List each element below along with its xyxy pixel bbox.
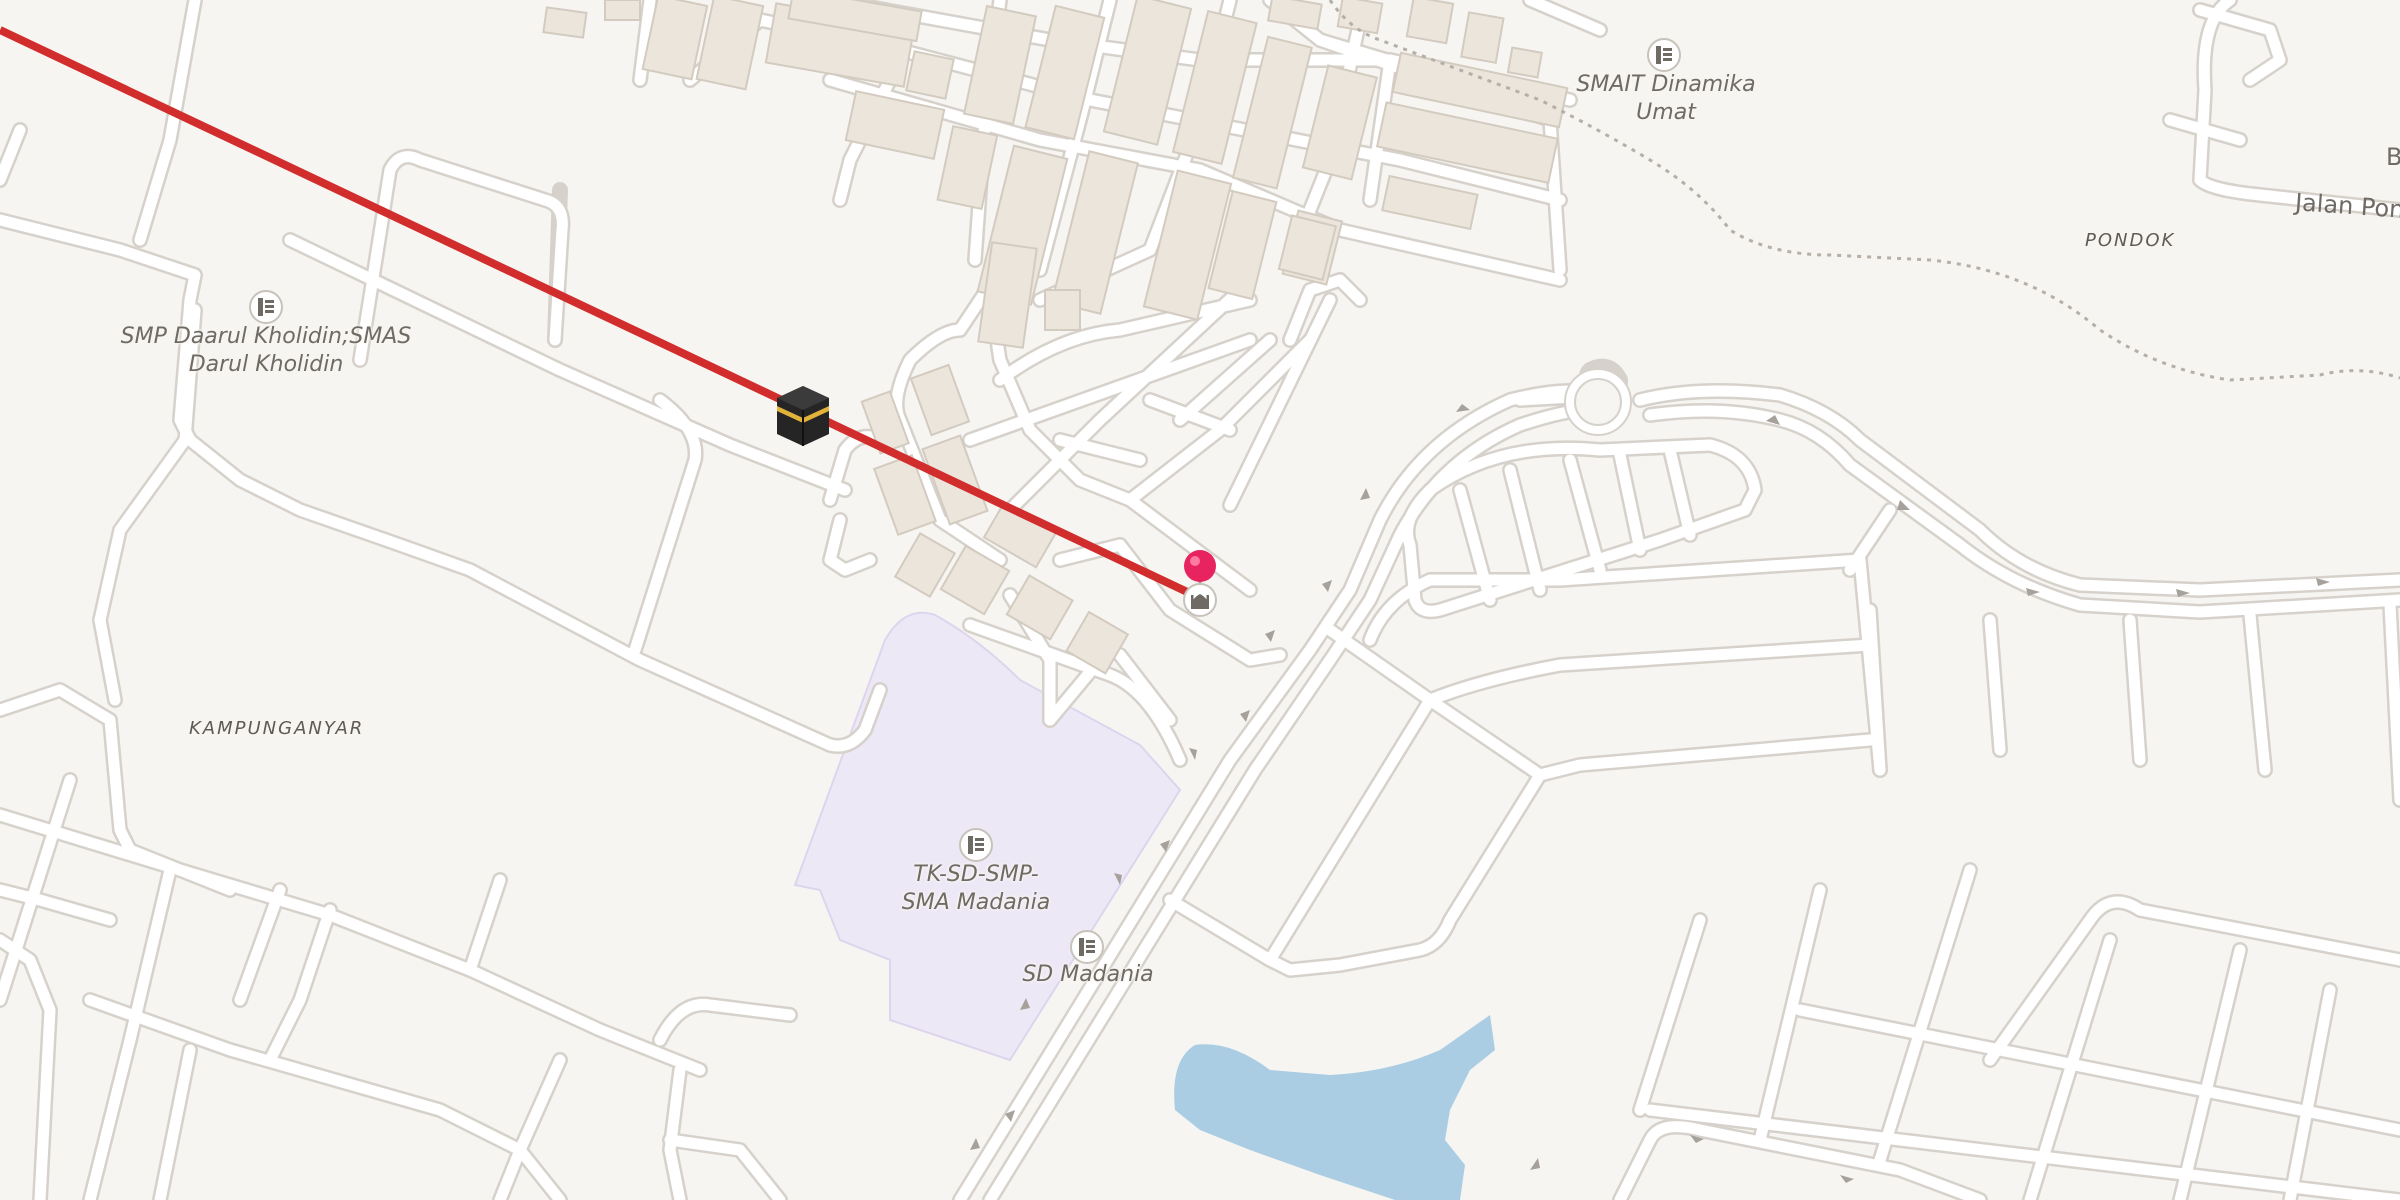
label-smait-dinamika-umat[interactable]: SMAIT Dinamika Umat <box>1576 71 1755 127</box>
school-icon[interactable] <box>249 290 283 324</box>
school-icon[interactable] <box>959 828 993 862</box>
school-icon[interactable] <box>1647 38 1681 72</box>
map-canvas[interactable]: SMP Daarul Kholidin;SMAS Darul Kholidin … <box>0 0 2400 1200</box>
kaaba-icon <box>777 386 829 446</box>
roundabout <box>1565 369 1631 435</box>
label-kampunganyar: KAMPUNGANYAR <box>189 718 365 739</box>
school-icon[interactable] <box>1070 930 1104 964</box>
label-smp-daarul-kholidin[interactable]: SMP Daarul Kholidin;SMAS Darul Kholidin <box>121 323 412 379</box>
label-edge-b: B <box>2386 143 2400 171</box>
label-sd-madania[interactable]: SD Madania <box>1022 961 1153 989</box>
label-tk-sd-smp-sma-madania[interactable]: TK-SD-SMP- SMA Madania <box>902 861 1050 917</box>
label-pondok: PONDOK <box>2085 230 2176 251</box>
pond <box>1174 1015 1495 1200</box>
mosque-icon[interactable] <box>1183 583 1217 617</box>
